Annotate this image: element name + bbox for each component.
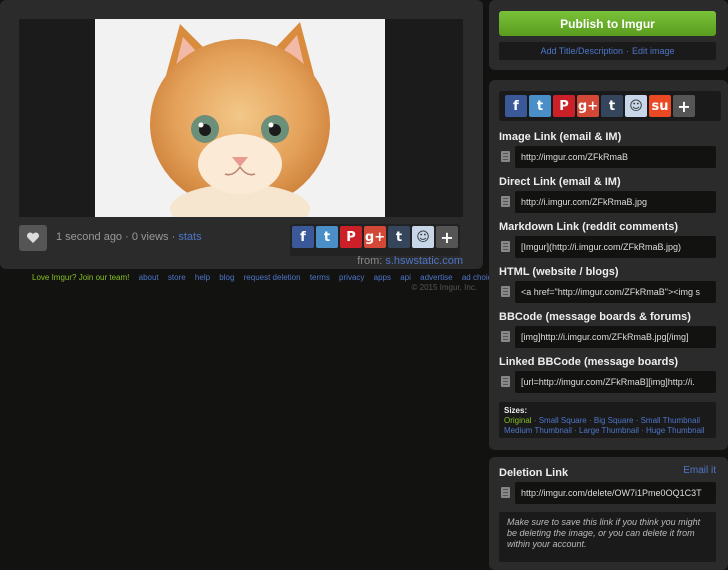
- facebook-icon[interactable]: f: [505, 95, 527, 117]
- like-button[interactable]: [19, 225, 47, 251]
- links-panel: f t P g+ t ☺ su + Image Link (email & IM…: [489, 80, 728, 450]
- copy-icon[interactable]: [501, 331, 510, 342]
- footer-link-privacy[interactable]: privacy: [339, 273, 364, 282]
- source-link[interactable]: s.hswstatic.com: [385, 255, 463, 267]
- linked-bbcode-row: [url=http://imgur.com/ZFkRmaB][img]http:…: [499, 371, 716, 393]
- footer-link-request-deletion[interactable]: request deletion: [244, 273, 301, 282]
- markdown-link-field[interactable]: [Imgur](http://i.imgur.com/ZFkRmaB.jpg): [515, 236, 716, 258]
- footer-link-apps[interactable]: apps: [374, 273, 391, 282]
- copy-icon[interactable]: [501, 151, 510, 162]
- image-stage: [19, 19, 463, 217]
- time-ago: 1 second ago: [56, 231, 123, 243]
- direct-link-row: http://i.imgur.com/ZFkRmaB.jpg: [499, 191, 716, 213]
- deletion-link-row: http://imgur.com/delete/OW7i1Pme0OQ1C3T: [499, 482, 716, 504]
- size-original[interactable]: Original: [504, 416, 532, 425]
- html-link-field[interactable]: <a href="http://imgur.com/ZFkRmaB"><img …: [515, 281, 716, 303]
- deletion-link-field[interactable]: http://imgur.com/delete/OW7i1Pme0OQ1C3T: [515, 482, 716, 504]
- reddit-icon[interactable]: ☺: [625, 95, 647, 117]
- edit-image-link[interactable]: Edit image: [632, 46, 675, 56]
- image-meta: 1 second ago · 0 views · stats: [56, 231, 202, 243]
- image-link-row: http://imgur.com/ZFkRmaB: [499, 146, 716, 168]
- twitter-icon[interactable]: t: [316, 226, 338, 248]
- size-large-thumbnail[interactable]: Large Thumbnail: [579, 426, 639, 435]
- more-plus-icon[interactable]: +: [673, 95, 695, 117]
- edit-separator: ·: [626, 46, 629, 56]
- email-it-link[interactable]: Email it: [683, 465, 716, 476]
- footer-link-help[interactable]: help: [195, 273, 210, 282]
- stumbleupon-icon[interactable]: su: [649, 95, 671, 117]
- deletion-panel: Deletion Link Email it http://imgur.com/…: [489, 457, 728, 570]
- from-label: from:: [357, 255, 383, 267]
- sizes-box: Sizes: Original · Small Square · Big Squ…: [499, 402, 716, 438]
- html-link-label: HTML (website / blogs): [499, 266, 619, 278]
- tumblr-icon[interactable]: t: [601, 95, 623, 117]
- share-bar-right: f t P g+ t ☺ su +: [499, 91, 721, 121]
- add-title-link[interactable]: Add Title/Description: [540, 46, 623, 56]
- join-team-link[interactable]: Love Imgur? Join our team!: [32, 273, 129, 282]
- footer-link-store[interactable]: store: [168, 273, 186, 282]
- html-link-row: <a href="http://imgur.com/ZFkRmaB"><img …: [499, 281, 716, 303]
- more-plus-icon[interactable]: +: [436, 226, 458, 248]
- markdown-link-label: Markdown Link (reddit comments): [499, 221, 679, 233]
- linked-bbcode-label: Linked BBCode (message boards): [499, 356, 679, 368]
- size-small-thumbnail[interactable]: Small Thumbnail: [641, 416, 700, 425]
- edit-links: Add Title/Description · Edit image: [499, 42, 716, 60]
- bbcode-link-field[interactable]: [img]http://i.imgur.com/ZFkRmaB.jpg[/img…: [515, 326, 716, 348]
- direct-link-field[interactable]: http://i.imgur.com/ZFkRmaB.jpg: [515, 191, 716, 213]
- copy-icon[interactable]: [501, 241, 510, 252]
- share-bar: f t P g+ t ☺ +: [290, 224, 460, 256]
- copy-icon[interactable]: [501, 196, 510, 207]
- sizes-list: Original · Small Square · Big Square · S…: [504, 416, 705, 435]
- direct-link-label: Direct Link (email & IM): [499, 176, 621, 188]
- google-plus-icon[interactable]: g+: [577, 95, 599, 117]
- size-big-square[interactable]: Big Square: [594, 416, 634, 425]
- bbcode-link-label: BBCode (message boards & forums): [499, 311, 691, 323]
- deletion-link-label: Deletion Link: [499, 467, 569, 479]
- footer-links: Love Imgur? Join our team! about store h…: [32, 273, 507, 282]
- google-plus-icon[interactable]: g+: [364, 226, 386, 248]
- footer-link-blog[interactable]: blog: [219, 273, 234, 282]
- footer-link-advertise[interactable]: advertise: [420, 273, 452, 282]
- size-huge-thumbnail[interactable]: Huge Thumbnail: [646, 426, 705, 435]
- publish-button[interactable]: Publish to Imgur: [499, 11, 716, 36]
- footer-link-api[interactable]: api: [400, 273, 411, 282]
- image-panel: 1 second ago · 0 views · stats f t P g+ …: [0, 0, 483, 269]
- bbcode-link-row: [img]http://i.imgur.com/ZFkRmaB.jpg[/img…: [499, 326, 716, 348]
- markdown-link-row: [Imgur](http://i.imgur.com/ZFkRmaB.jpg): [499, 236, 716, 258]
- stats-link[interactable]: stats: [178, 231, 201, 243]
- pinterest-icon[interactable]: P: [553, 95, 575, 117]
- view-count: 0 views: [131, 231, 169, 243]
- heart-icon: [26, 232, 40, 243]
- footer-link-terms[interactable]: terms: [310, 273, 330, 282]
- tumblr-icon[interactable]: t: [388, 226, 410, 248]
- twitter-icon[interactable]: t: [529, 95, 551, 117]
- size-small-square[interactable]: Small Square: [539, 416, 587, 425]
- size-medium-thumbnail[interactable]: Medium Thumbnail: [504, 426, 572, 435]
- reddit-icon[interactable]: ☺: [412, 226, 434, 248]
- linked-bbcode-field[interactable]: [url=http://imgur.com/ZFkRmaB][img]http:…: [515, 371, 716, 393]
- facebook-icon[interactable]: f: [292, 226, 314, 248]
- footer-link-about[interactable]: about: [139, 273, 159, 282]
- sizes-title: Sizes:: [504, 406, 528, 415]
- image-link-field[interactable]: http://imgur.com/ZFkRmaB: [515, 146, 716, 168]
- meta-separator: ·: [125, 231, 132, 243]
- copy-icon[interactable]: [501, 286, 510, 297]
- copyright: © 2015 Imgur, Inc.: [411, 283, 477, 292]
- pinterest-icon[interactable]: P: [340, 226, 362, 248]
- image-link-label: Image Link (email & IM): [499, 131, 622, 143]
- deletion-note: Make sure to save this link if you think…: [499, 512, 716, 562]
- copy-icon[interactable]: [501, 376, 510, 387]
- publish-panel: Publish to Imgur Add Title/Description ·…: [489, 0, 728, 70]
- copy-icon[interactable]: [501, 487, 510, 498]
- kitten-image: [95, 19, 385, 217]
- source-line: from: s.hswstatic.com: [357, 255, 463, 267]
